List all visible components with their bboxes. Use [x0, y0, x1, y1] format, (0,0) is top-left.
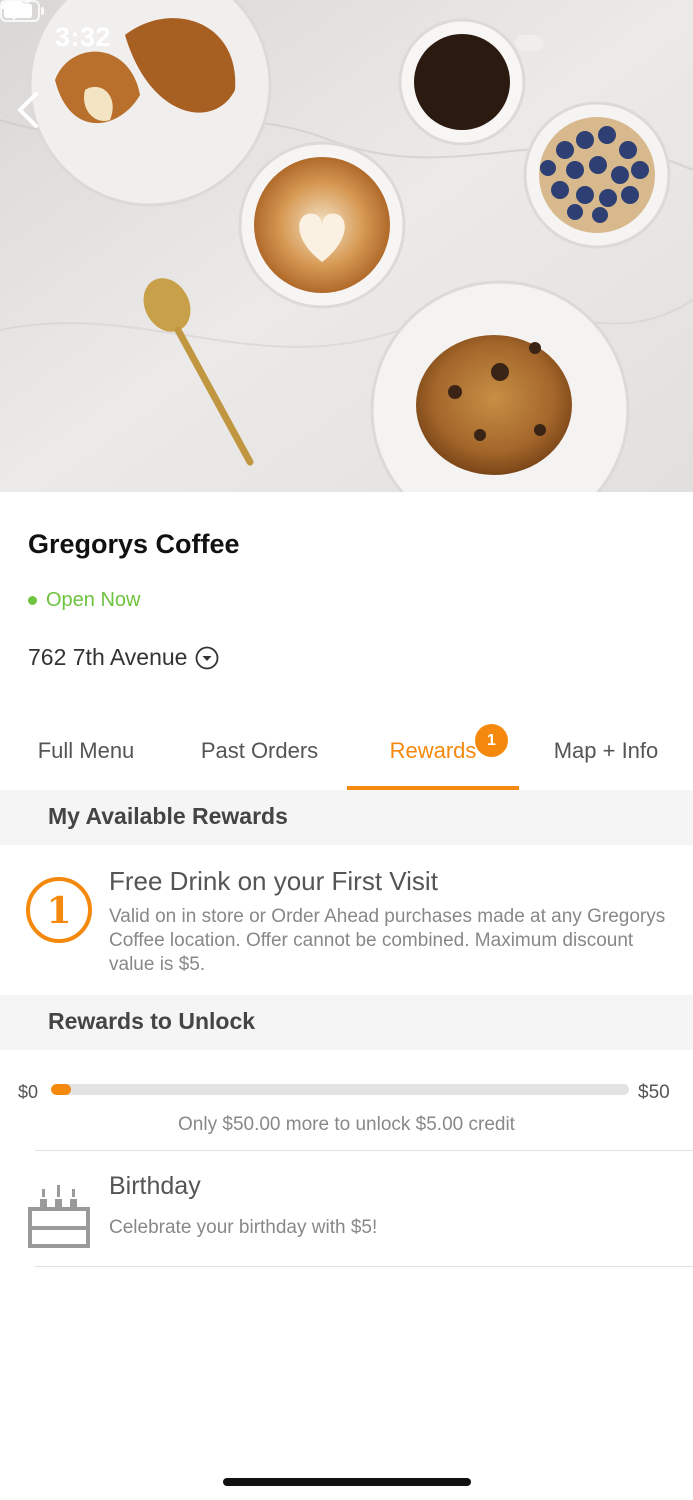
- address-text: 762 7th Avenue: [28, 644, 188, 670]
- chevron-left-icon: [18, 92, 38, 128]
- progress-max-label: $50: [638, 1082, 670, 1103]
- reward-number: 1: [46, 890, 71, 932]
- progress-caption: Only $50.00 more to unlock $5.00 credit: [178, 1114, 515, 1135]
- progress-track: [51, 1084, 629, 1095]
- birthday-reward-title: Birthday: [109, 1172, 201, 1200]
- home-indicator[interactable]: [223, 1478, 471, 1486]
- divider: [35, 1266, 693, 1267]
- chevron-down-circle-icon[interactable]: [195, 646, 219, 670]
- reward-number-icon: 1: [26, 877, 92, 943]
- open-status-text: Open Now: [46, 589, 141, 611]
- progress-min-label: $0: [18, 1082, 39, 1102]
- rewards-count-badge: 1: [475, 724, 508, 757]
- birthday-cake-icon: [28, 1185, 90, 1248]
- battery-icon: [0, 0, 44, 22]
- reward-description: Valid on in store or Order Ahead purchas…: [109, 906, 666, 975]
- open-status: Open Now: [28, 589, 141, 612]
- available-rewards-header: My Available Rewards: [0, 790, 693, 845]
- reward-title: Free Drink on your First Visit: [109, 866, 438, 896]
- open-status-dot: [28, 596, 37, 605]
- rewards-to-unlock-title: Rewards to Unlock: [48, 1008, 256, 1034]
- back-button[interactable]: [10, 88, 50, 132]
- divider: [35, 1150, 693, 1151]
- tab-past-orders[interactable]: Past Orders: [172, 712, 347, 790]
- tab-bar: Full Menu Past Orders Rewards Map + Info: [0, 712, 693, 790]
- available-rewards-title: My Available Rewards: [48, 803, 288, 829]
- store-name: Gregorys Coffee: [28, 529, 240, 559]
- rewards-to-unlock-header: Rewards to Unlock: [0, 995, 693, 1050]
- status-bar: 3:32: [0, 0, 693, 80]
- tab-map-info[interactable]: Map + Info: [519, 712, 693, 790]
- store-address[interactable]: 762 7th Avenue: [28, 644, 219, 671]
- store-hero-image: 3:32: [0, 0, 693, 492]
- status-time: 3:32: [55, 22, 112, 52]
- tab-full-menu[interactable]: Full Menu: [0, 712, 172, 790]
- birthday-reward-description: Celebrate your birthday with $5!: [109, 1217, 378, 1238]
- progress-fill: [51, 1084, 72, 1095]
